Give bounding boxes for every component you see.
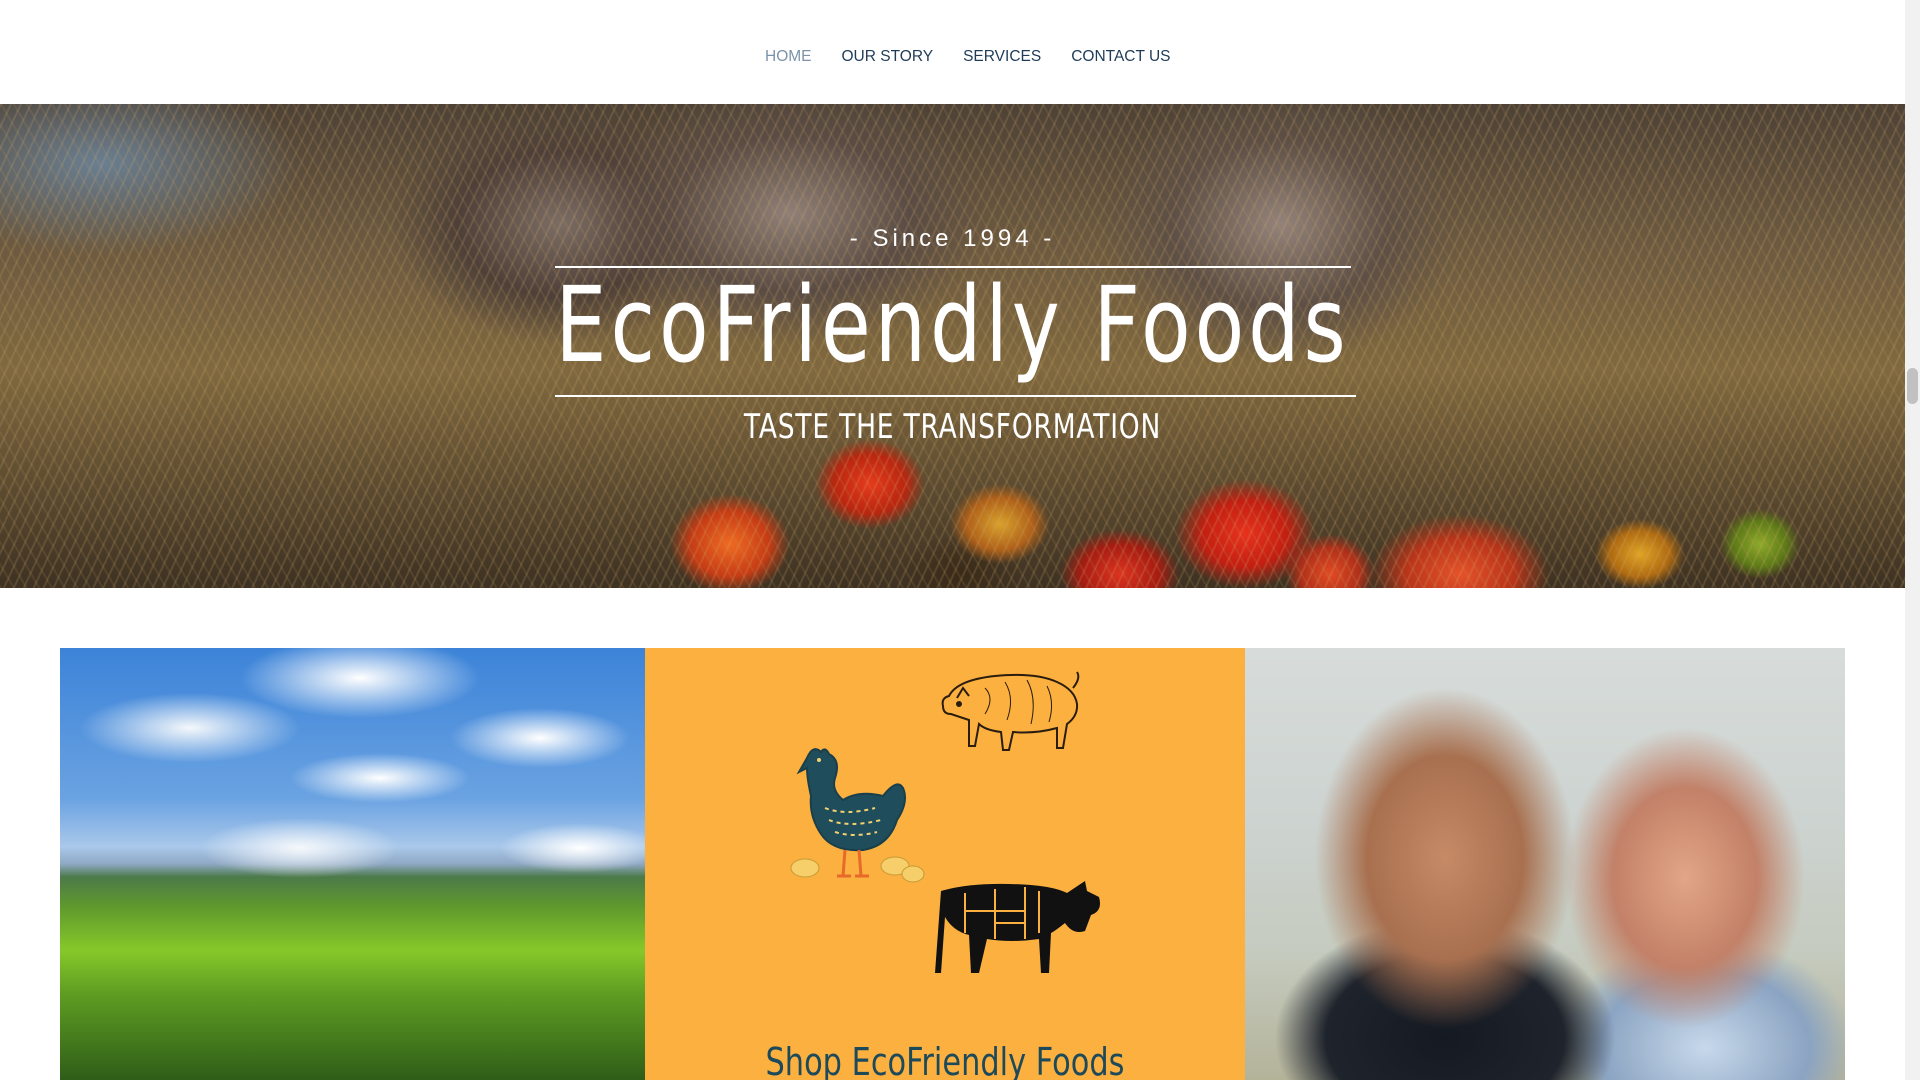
- shop-panel[interactable]: Shop EcoFriendly Foods: [645, 648, 1245, 1080]
- shop-title[interactable]: Shop EcoFriendly Foods: [705, 1040, 1185, 1080]
- nav-contact-us[interactable]: CONTACT US: [1056, 45, 1185, 69]
- nav-home[interactable]: HOME: [750, 45, 827, 69]
- nav-services[interactable]: SERVICES: [948, 45, 1056, 69]
- cow-icon: [935, 881, 1100, 973]
- gallery-strip: Shop EcoFriendly Foods: [60, 648, 1845, 1080]
- hero-bottom-divider: [555, 395, 1356, 397]
- hero-tagline: TASTE THE TRANSFORMATION: [743, 407, 1162, 447]
- hero-title: EcoFriendly Foods: [555, 264, 1350, 386]
- scrollbar-thumb[interactable]: [1907, 368, 1918, 404]
- hero-since-text: - Since 1994 -: [849, 225, 1056, 252]
- father-daughter-image: [1245, 648, 1845, 1080]
- pig-icon: [941, 671, 1080, 751]
- nav-our-story[interactable]: OUR STORY: [827, 45, 949, 69]
- main-nav: HOME OUR STORY SERVICES CONTACT US: [750, 45, 1186, 69]
- mountain-landscape-image: [60, 648, 645, 1080]
- site-header: HOME OUR STORY SERVICES CONTACT US: [0, 0, 1905, 104]
- hero-banner: - Since 1994 - EcoFriendly Foods TASTE T…: [0, 104, 1905, 588]
- page-scrollbar[interactable]: [1905, 0, 1920, 1080]
- chicken-icon: [790, 748, 925, 883]
